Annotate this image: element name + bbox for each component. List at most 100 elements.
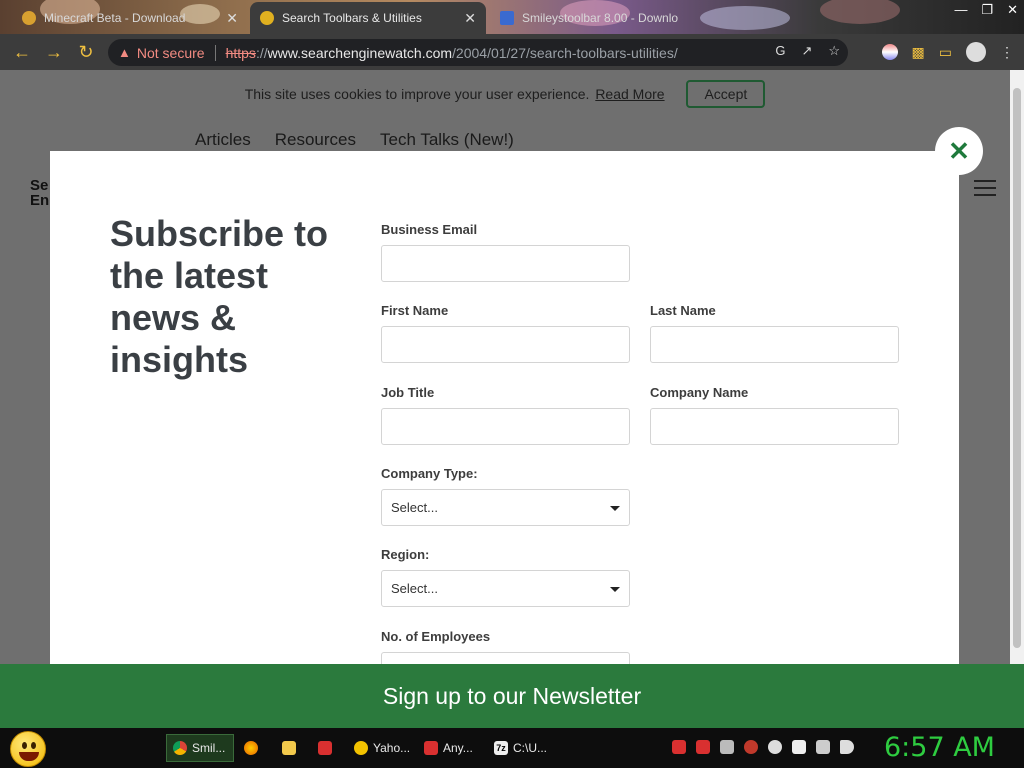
- taskbar-item-7zip[interactable]: 7z C:\U...: [488, 734, 558, 762]
- tab-title: Smileystoolbar 8.00 - Downlo: [522, 11, 679, 25]
- taskbar-item-label: Smil...: [192, 741, 226, 755]
- region-label: Region:: [381, 547, 430, 562]
- region-value: Select...: [391, 581, 438, 596]
- hamburger-menu-icon[interactable]: [974, 180, 996, 196]
- sew-favicon-icon: [260, 11, 274, 25]
- modal-headline: Subscribe to the latest news & insights: [110, 213, 329, 380]
- newsletter-signup-banner[interactable]: Sign up to our Newsletter: [0, 664, 1024, 728]
- volume-tray-icon[interactable]: [840, 740, 854, 754]
- tab-title: Search Toolbars & Utilities: [282, 11, 422, 25]
- close-tab-icon[interactable]: ✕: [226, 10, 238, 27]
- chat-tray-icon[interactable]: [768, 740, 782, 754]
- job-title-input[interactable]: [381, 408, 630, 445]
- job-title-label: Job Title: [381, 385, 435, 400]
- extensions-puzzle-icon[interactable]: ▩: [912, 44, 925, 61]
- taskbar-item-label: C:\U...: [513, 741, 548, 755]
- 7zip-icon: 7z: [494, 741, 508, 755]
- anymp4-icon: [424, 741, 438, 755]
- page-scrollbar[interactable]: [1010, 70, 1024, 664]
- taskbar-item-explorer[interactable]: [276, 734, 310, 762]
- anymp4-tray-icon[interactable]: [672, 740, 686, 754]
- address-bar[interactable]: ▲ Not secure https :// www.searchenginew…: [108, 39, 848, 66]
- accept-button[interactable]: Accept: [686, 80, 766, 108]
- divider: [214, 44, 216, 61]
- first-name-input[interactable]: [381, 326, 630, 363]
- extension-flag-icon[interactable]: [881, 44, 898, 60]
- url-scheme: https: [225, 44, 256, 61]
- flag-tray-icon[interactable]: [792, 740, 806, 754]
- site-logo[interactable]: Se En: [30, 178, 49, 208]
- minimize-icon[interactable]: —: [954, 2, 967, 18]
- forward-arrow-icon[interactable]: →: [38, 36, 70, 68]
- tab-minecraft[interactable]: Minecraft Beta - Download ✕: [12, 2, 248, 34]
- nav-item-tech-talks[interactable]: Tech Talks (New!): [380, 130, 514, 150]
- logo-line-2: En: [30, 192, 50, 209]
- taskbar-item-label: Yaho...: [373, 741, 411, 755]
- chevron-down-icon: [610, 587, 620, 592]
- google-lens-icon[interactable]: G: [775, 43, 785, 59]
- cookie-banner: This site uses cookies to improve your u…: [0, 80, 1010, 108]
- anymp4-tray-icon[interactable]: [696, 740, 710, 754]
- company-type-label: Company Type:: [381, 466, 478, 481]
- business-email-input[interactable]: [381, 245, 630, 282]
- url-path: /2004/01/27/search-toolbars-utilities/: [452, 44, 678, 61]
- cookie-text: This site uses cookies to improve your u…: [244, 86, 590, 102]
- taskbar-item-any[interactable]: Any...: [418, 734, 484, 762]
- menu-kebab-icon[interactable]: ⋮: [1000, 44, 1014, 61]
- share-icon[interactable]: ↗: [801, 43, 812, 59]
- display-tray-icon[interactable]: [816, 740, 830, 754]
- firefox-icon: [244, 741, 258, 755]
- chrome-icon: [173, 741, 187, 755]
- shield-favicon-icon: [500, 11, 514, 25]
- employees-label: No. of Employees: [381, 629, 491, 644]
- anymp4-icon: [318, 741, 332, 755]
- shield-tray-icon[interactable]: [744, 740, 758, 754]
- taskbar-item-anymp4[interactable]: [312, 734, 346, 762]
- last-name-input[interactable]: [650, 326, 899, 363]
- restore-icon[interactable]: ❐: [981, 2, 993, 18]
- system-tray: [672, 740, 854, 754]
- taskbar: Smil... Yaho... Any... 7z C:\U... 6:57 A…: [0, 728, 1024, 768]
- close-modal-button[interactable]: ✕: [935, 127, 983, 175]
- not-secure-label[interactable]: Not secure: [137, 45, 205, 61]
- taskbar-clock[interactable]: 6:57 AM: [884, 732, 995, 763]
- first-name-label: First Name: [381, 303, 449, 318]
- taskbar-item-chrome[interactable]: Smil...: [166, 734, 234, 762]
- company-type-select[interactable]: Select...: [381, 489, 630, 526]
- read-more-link[interactable]: Read More: [595, 86, 664, 102]
- tab-smileystoolbar[interactable]: Smileystoolbar 8.00 - Downlo: [490, 2, 700, 34]
- window-controls: — ❐ ✕: [954, 2, 1018, 18]
- back-arrow-icon[interactable]: ←: [6, 36, 38, 68]
- side-panel-icon[interactable]: ▭: [939, 44, 952, 61]
- taskbar-item-label: Any...: [443, 741, 473, 755]
- reload-icon[interactable]: ↻: [70, 36, 102, 68]
- site-nav: Articles Resources Tech Talks (New!): [195, 130, 514, 150]
- close-tab-icon[interactable]: ✕: [464, 10, 476, 27]
- browser-tab-strip: Minecraft Beta - Download ✕ Search Toolb…: [0, 0, 1024, 34]
- warning-triangle-icon[interactable]: ▲: [118, 45, 131, 60]
- close-icon: ✕: [948, 135, 970, 166]
- employees-select[interactable]: [381, 652, 630, 664]
- minecraft-favicon-icon: [22, 11, 36, 25]
- scrollbar-thumb[interactable]: [1013, 88, 1021, 648]
- network-tray-icon[interactable]: [720, 740, 734, 754]
- taskbar-item-yahoo[interactable]: Yaho...: [348, 734, 414, 762]
- region-select[interactable]: Select...: [381, 570, 630, 607]
- tab-search-toolbars[interactable]: Search Toolbars & Utilities ✕: [250, 2, 486, 34]
- close-window-icon[interactable]: ✕: [1007, 2, 1018, 18]
- company-name-input[interactable]: [650, 408, 899, 445]
- nav-item-articles[interactable]: Articles: [195, 130, 251, 150]
- logo-line-1: Se: [30, 177, 49, 194]
- last-name-label: Last Name: [650, 303, 716, 318]
- subscribe-modal: Subscribe to the latest news & insights …: [50, 151, 959, 664]
- smiley-icon: [354, 741, 368, 755]
- profile-avatar-icon[interactable]: [966, 42, 986, 62]
- bookmark-star-icon[interactable]: ☆: [828, 43, 840, 59]
- nav-item-resources[interactable]: Resources: [275, 130, 356, 150]
- browser-toolbar: ← → ↻ ▲ Not secure https :// www.searche…: [0, 34, 1024, 70]
- start-smiley-icon[interactable]: [10, 731, 46, 767]
- taskbar-item-firefox[interactable]: [238, 734, 272, 762]
- url-host: www.searchenginewatch.com: [267, 44, 453, 61]
- chevron-down-icon: [610, 506, 620, 511]
- company-name-label: Company Name: [650, 385, 749, 400]
